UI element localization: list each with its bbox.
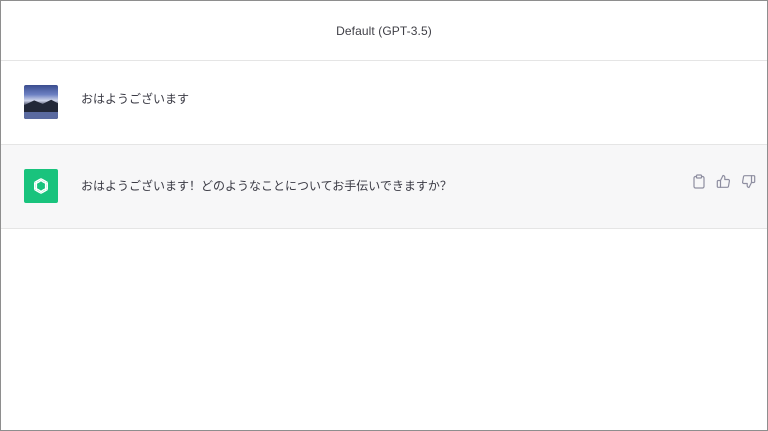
avatar-landscape-lake (24, 112, 58, 119)
user-message-text: おはようございます (81, 92, 190, 106)
model-title: Default (GPT-3.5) (336, 23, 432, 38)
thumbs-down-icon (741, 175, 756, 189)
thumbs-up-button[interactable] (715, 173, 732, 190)
thumbs-up-icon (716, 174, 731, 188)
message-actions (690, 173, 757, 190)
clipboard-icon (692, 174, 705, 189)
assistant-avatar (24, 169, 58, 203)
chat-window: Default (GPT-3.5) おはようございます おはようございます！どの… (0, 0, 768, 431)
openai-logo-icon (34, 178, 48, 194)
thumbs-down-button[interactable] (740, 173, 757, 190)
assistant-message-row: おはようございます！どのようなことについてお手伝いできますか？ (1, 145, 767, 229)
user-message-row: おはようございます (1, 61, 767, 145)
user-avatar (24, 85, 58, 119)
assistant-message-text: おはようございます！どのようなことについてお手伝いできますか？ (81, 179, 452, 193)
copy-button[interactable] (690, 173, 707, 190)
model-header: Default (GPT-3.5) (1, 1, 767, 61)
avatar-landscape-hill (24, 99, 58, 113)
